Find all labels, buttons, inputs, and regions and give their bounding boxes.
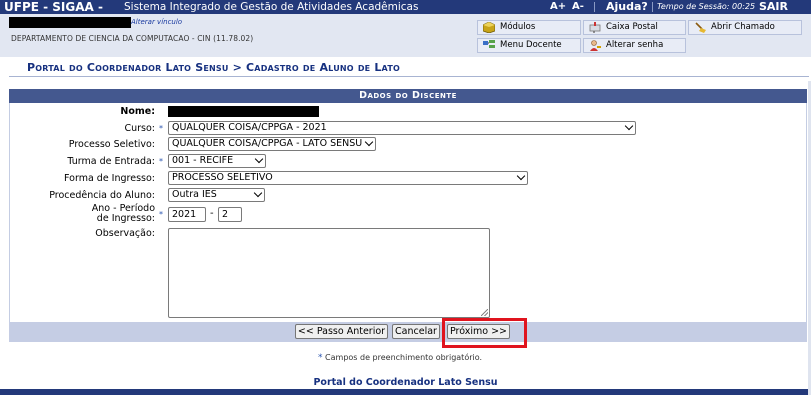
logout-link[interactable]: SAIR [759,0,788,14]
chevron-down-icon [364,138,374,147]
observacao-textarea[interactable] [168,228,490,318]
curso-select[interactable]: QUALQUER COISA/CPPGA - 2021 [168,121,636,135]
divider [652,2,653,12]
alterar-senha-label: Alterar senha [606,40,664,50]
session-timer: Tempo de Sessão: 00:25 [657,2,756,11]
broom-icon [695,22,706,33]
footer-portal-title: Portal do Coordenador Lato Sensu [313,377,498,388]
curso-label: Curso: [124,123,155,134]
periodo-input[interactable]: 2 [218,207,242,222]
procedencia-label: Procedência do Aluno: [49,190,155,201]
resize-grip-icon[interactable] [481,309,488,316]
nome-label: Nome: [120,106,155,117]
previous-step-button[interactable]: << Passo Anterior [295,324,388,339]
menu-tree-icon [483,40,495,48]
divider [594,2,595,12]
system-name: Sistema Integrado de Gestão de Atividade… [124,1,419,13]
procedencia-select[interactable]: Outra IES [168,188,265,202]
caixa-postal-button[interactable]: Caixa Postal [583,20,686,35]
modulos-button[interactable]: Módulos [477,20,581,35]
menu-docente-button[interactable]: Menu Docente [477,38,581,53]
ano-periodo-label-line2: de Ingresso: [96,213,155,224]
forma-label: Forma de Ingresso: [64,173,155,184]
app-name: UFPE - SIGAA - [4,0,103,14]
forma-select[interactable]: PROCESSO SELETIVO [168,171,528,185]
modulos-label: Módulos [500,22,536,32]
abrir-chamado-button[interactable]: Abrir Chamado [688,20,802,35]
required-marker: * [159,210,163,219]
chevron-down-icon [516,172,526,181]
alterar-senha-button[interactable]: Alterar senha [583,38,686,53]
processo-select[interactable]: QUALQUER COISA/CPPGA - LATO SENSU [168,137,376,151]
highlight-box [442,318,527,348]
required-note-text: Campos de preenchimento obrigatório. [325,353,483,362]
required-marker: * [159,124,163,133]
required-marker: * [159,157,163,166]
chevron-down-icon [624,122,634,131]
top-bar: UFPE - SIGAA - Sistema Integrado de Gest… [0,0,811,14]
page-title: Portal do Coordenador Lato Sensu > Cadas… [27,61,400,74]
user-key-icon [590,40,601,51]
chevron-down-icon [253,189,263,198]
abrir-chamado-label: Abrir Chamado [711,22,775,32]
font-increase-button[interactable]: A+ [550,0,566,14]
turma-label: Turma de Entrada: [67,156,155,167]
title-divider [9,76,809,77]
ano-periodo-separator: - [210,208,214,219]
redacted-user-name [9,17,131,28]
change-link[interactable]: Alterar vínculo [131,18,182,26]
form-header: Dados do Discente [9,89,807,103]
processo-label: Processo Seletivo: [68,139,155,150]
department-label: DEPARTAMENTO DE CIENCIA DA COMPUTACAO - … [11,34,254,43]
footer-bar [0,389,811,395]
menu-docente-label: Menu Docente [500,40,562,50]
cube-icon [483,22,495,33]
turma-select[interactable]: 001 - RECIFE [168,154,266,168]
mailbox-icon [589,22,601,33]
ano-input[interactable]: 2021 [168,207,206,222]
caixa-postal-label: Caixa Postal [606,22,658,32]
observacao-label: Observação: [95,228,155,239]
required-note: * Campos de preenchimento obrigatório. [318,353,482,363]
help-link[interactable]: Ajuda? [606,0,648,14]
cancel-button[interactable]: Cancelar [392,324,440,339]
required-marker: * [318,353,323,363]
chevron-down-icon [254,155,264,164]
font-decrease-button[interactable]: A- [572,0,584,14]
redacted-student-name [168,106,319,117]
